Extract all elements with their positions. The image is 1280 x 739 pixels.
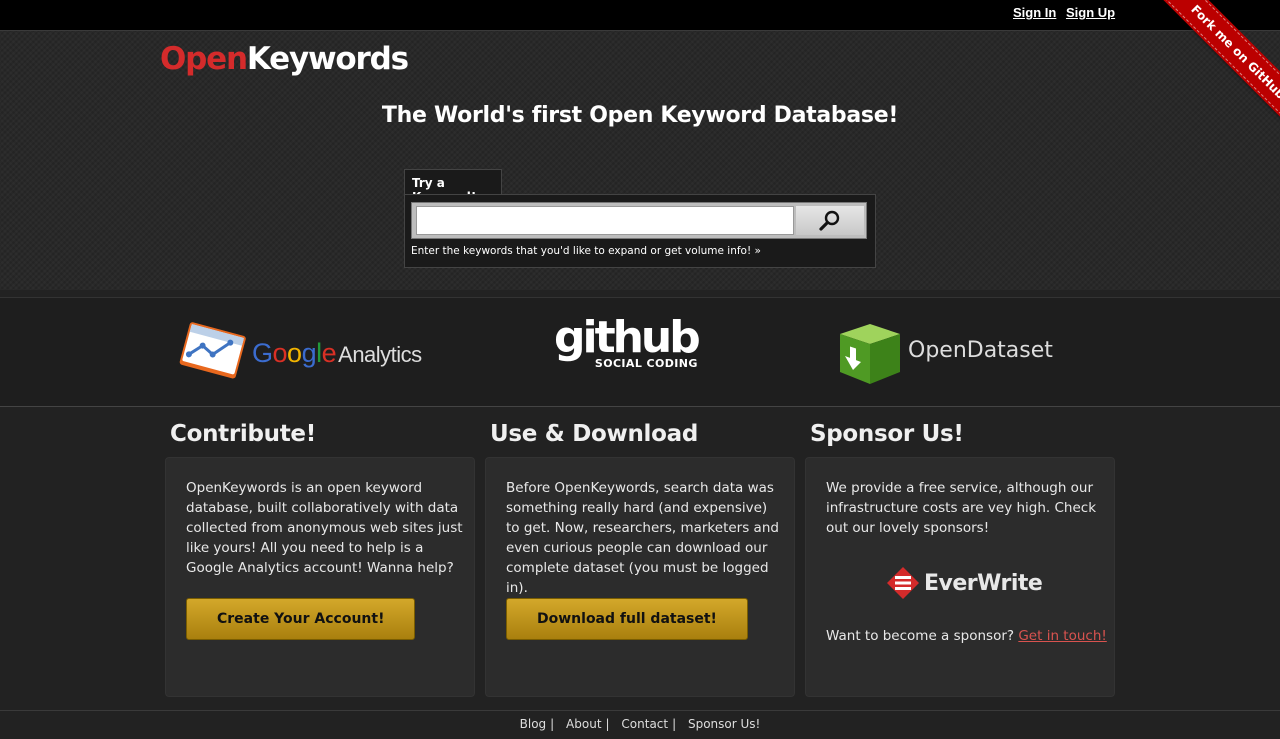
contribute-text: OpenKeywords is an open keyword database… — [186, 480, 463, 576]
keyword-search-input[interactable] — [416, 206, 794, 235]
ga-letter-g2: g — [301, 338, 317, 368]
fork-on-github-ribbon[interactable]: Fork me on GitHub — [1143, 0, 1280, 140]
ga-letter-o1: o — [272, 338, 288, 368]
google-analytics-wordmark: GoogleAnalytics — [252, 338, 422, 369]
search-hint: Enter the keywords that you'd like to ex… — [411, 245, 761, 257]
download-dataset-button[interactable]: Download full dataset! — [506, 598, 748, 640]
search-panel: Enter the keywords that you'd like to ex… — [404, 194, 876, 268]
sign-in-link[interactable]: Sign In — [1013, 5, 1056, 20]
get-in-touch-link[interactable]: Get in touch! — [1018, 628, 1106, 644]
contribute-panel: OpenKeywords is an open keyword database… — [165, 457, 475, 697]
google-analytics-icon[interactable] — [175, 322, 247, 384]
search-tab: Try a Keyword! — [404, 169, 502, 204]
magnifier-icon — [819, 210, 840, 231]
sponsor-panel: We provide a free service, although our … — [805, 457, 1115, 697]
ga-letter-o2: o — [287, 338, 302, 368]
contribute-title: Contribute! — [170, 421, 316, 447]
sign-up-link[interactable]: Sign Up — [1066, 5, 1115, 20]
top-bar: Sign In Sign Up — [0, 0, 1280, 31]
create-account-button[interactable]: Create Your Account! — [186, 598, 416, 640]
sponsor-text: We provide a free service, although our … — [826, 480, 1097, 536]
page-headline: The World's first Open Keyword Database! — [381, 103, 899, 128]
logo-keywords-text: Keywords — [246, 41, 409, 77]
partner-logos: GoogleAnalytics github SOCIAL CODING Ope… — [0, 297, 1280, 407]
ga-letter-g: G — [252, 338, 273, 368]
search-button[interactable] — [796, 206, 864, 235]
footer-separator: | — [605, 717, 610, 731]
opendataset-box-icon[interactable] — [836, 320, 904, 386]
sponsor-cta-text: Want to become a sponsor? — [826, 628, 1015, 644]
logo-open-text: Open — [160, 41, 248, 77]
ga-analytics-text: Analytics — [338, 342, 422, 367]
hero-header: OpenKeywords The World's first Open Keyw… — [0, 31, 1280, 290]
footer-separator: | — [550, 717, 555, 731]
footer-separator: | — [672, 717, 677, 731]
footer: Blog | About | Contact | Sponsor Us! — [0, 710, 1280, 739]
footer-link-sponsor[interactable]: Sponsor Us! — [688, 717, 760, 731]
github-ribbon-wrapper: Fork me on GitHub — [1140, 0, 1280, 140]
everwrite-sponsor-logo[interactable]: EverWrite — [886, 566, 1043, 600]
sponsor-title: Sponsor Us! — [810, 421, 964, 447]
use-download-panel: Before OpenKeywords, search data was som… — [485, 457, 795, 697]
footer-link-about[interactable]: About — [566, 717, 601, 731]
everwrite-name: EverWrite — [924, 570, 1043, 596]
search-field-wrapper — [411, 202, 867, 239]
footer-link-blog[interactable]: Blog — [520, 717, 547, 731]
auth-links: Sign In Sign Up — [1013, 5, 1121, 20]
site-logo[interactable]: OpenKeywords — [160, 41, 409, 77]
github-wordmark: github — [554, 312, 701, 363]
github-logo[interactable]: github SOCIAL CODING — [554, 312, 701, 371]
footer-link-contact[interactable]: Contact — [621, 717, 668, 731]
ga-letter-e: e — [321, 338, 337, 368]
sponsor-cta: Want to become a sponsor? Get in touch! — [826, 628, 1107, 644]
use-download-title: Use & Download — [490, 421, 699, 447]
use-download-text: Before OpenKeywords, search data was som… — [506, 480, 779, 596]
opendataset-wordmark: OpenDataset — [908, 338, 1053, 363]
everwrite-icon — [887, 567, 919, 599]
